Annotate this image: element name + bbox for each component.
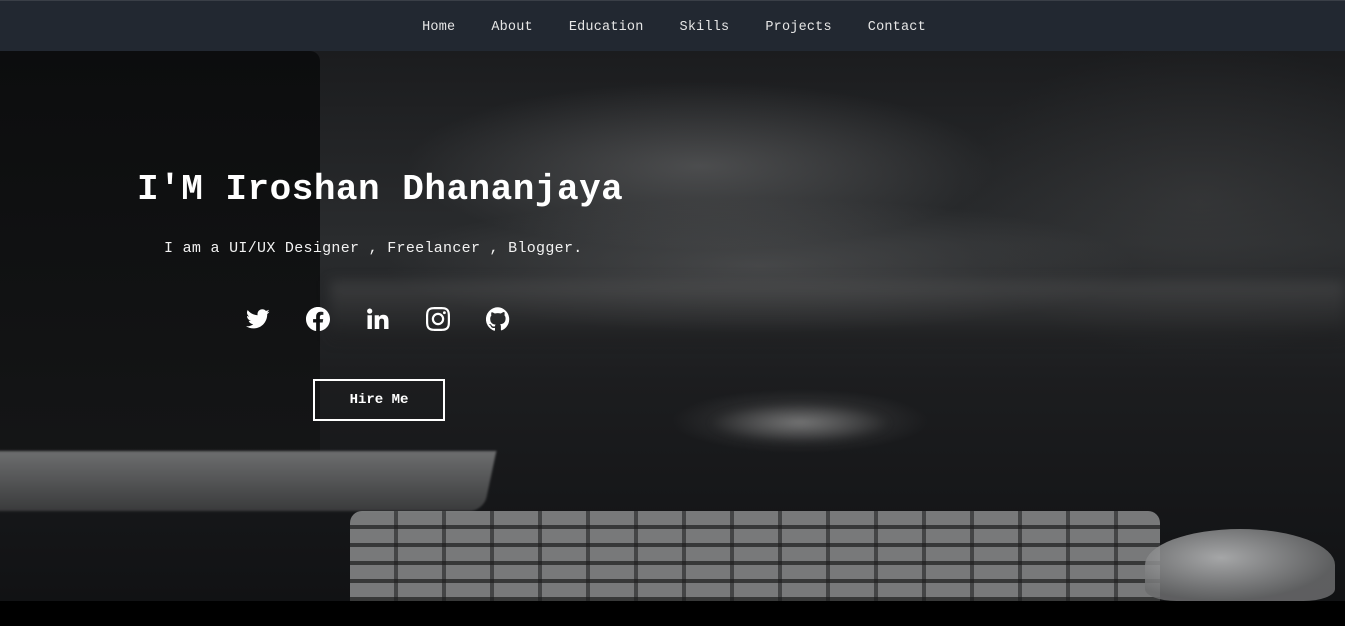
- linkedin-icon[interactable]: [366, 307, 390, 331]
- bottom-bar: [0, 601, 1345, 626]
- top-navbar: Home About Education Skills Projects Con…: [0, 0, 1345, 51]
- nav-link-about[interactable]: About: [491, 20, 533, 35]
- nav-item-skills: Skills: [662, 17, 748, 35]
- nav-link-projects[interactable]: Projects: [765, 20, 831, 35]
- hero-content: I'M Iroshan Dhananjaya I am a UI/UX Desi…: [0, 51, 1345, 601]
- nav-list: Home About Education Skills Projects Con…: [404, 17, 944, 35]
- hero-subtitle: I am a UI/UX Designer , Freelancer , Blo…: [164, 240, 583, 257]
- nav-link-contact[interactable]: Contact: [868, 20, 926, 35]
- nav-item-education: Education: [551, 17, 662, 35]
- twitter-icon[interactable]: [246, 307, 270, 331]
- instagram-icon[interactable]: [426, 307, 450, 331]
- nav-item-contact: Contact: [850, 17, 944, 35]
- hero-title: I'M Iroshan Dhananjaya: [137, 169, 624, 210]
- nav-item-about: About: [473, 17, 551, 35]
- hero-section: I'M Iroshan Dhananjaya I am a UI/UX Desi…: [0, 51, 1345, 601]
- nav-item-projects: Projects: [747, 17, 849, 35]
- github-icon[interactable]: [486, 307, 510, 331]
- social-links: [246, 307, 510, 331]
- nav-item-home: Home: [404, 17, 473, 35]
- nav-link-home[interactable]: Home: [422, 20, 455, 35]
- nav-link-skills[interactable]: Skills: [680, 20, 730, 35]
- facebook-icon[interactable]: [306, 307, 330, 331]
- nav-link-education[interactable]: Education: [569, 20, 644, 35]
- hire-me-button[interactable]: Hire Me: [313, 379, 445, 421]
